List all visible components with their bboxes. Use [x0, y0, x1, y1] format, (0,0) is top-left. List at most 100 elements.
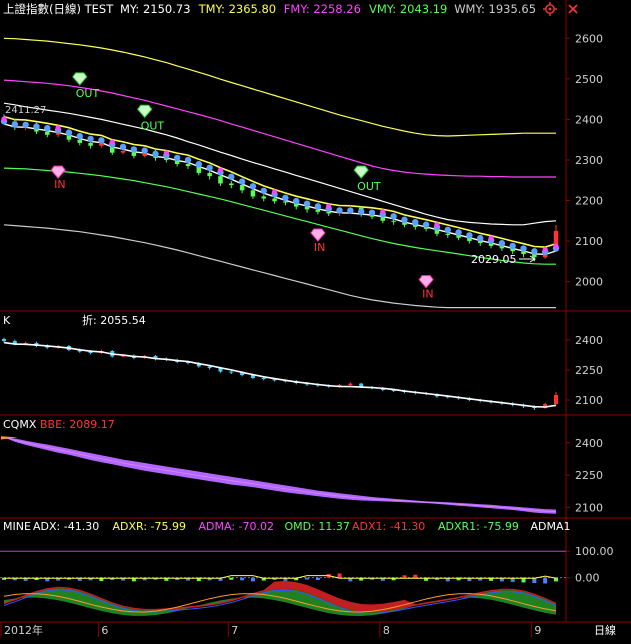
trend-dot	[303, 200, 311, 207]
main-y-tick-label: 2400	[575, 113, 603, 126]
trend-dot	[401, 216, 408, 223]
candle-body	[239, 185, 245, 191]
mine-indicator-readout: ADX1: -41.30	[352, 520, 425, 533]
mine-indicator-readout: ADX: -41.30	[33, 520, 99, 533]
candle-body	[380, 216, 386, 221]
signal-in: IN	[418, 275, 434, 301]
mine-histogram-bar	[337, 573, 342, 578]
trend-dot	[347, 207, 354, 214]
trend-marker	[109, 139, 115, 145]
k-fold-readout: 折: 2055.54	[82, 313, 146, 327]
main-y-tick-label: 2600	[575, 32, 603, 45]
trend-dot	[76, 132, 83, 140]
signal-in: IN	[50, 165, 66, 191]
metric-readout: FMY: 2258.26	[284, 2, 361, 16]
trend-dot	[520, 245, 527, 252]
trend-dot	[228, 173, 235, 180]
candle-body	[272, 198, 277, 202]
trend-marker	[217, 167, 224, 173]
metric-readout: WMY: 1935.65	[454, 2, 536, 16]
start-price-label: 2411.27	[5, 105, 46, 116]
mine-indicator-readout: ADXR: -75.99	[113, 520, 187, 533]
k-candle-body	[229, 371, 234, 373]
mine-histogram-bar	[229, 577, 234, 580]
trend-dot	[422, 221, 430, 228]
cq-y-tick-label: 2100	[575, 501, 603, 514]
trend-marker	[553, 243, 559, 249]
candle-body	[250, 190, 256, 197]
trend-dot	[455, 229, 462, 236]
mine-panel-label: MINE	[3, 520, 31, 533]
trend-dot	[314, 203, 322, 210]
main-y-tick-label: 2200	[575, 195, 603, 208]
cqmx-panel-label: CQMX	[3, 418, 37, 431]
candle-body	[283, 201, 288, 203]
candle-body	[185, 164, 191, 167]
trend-dot	[173, 154, 181, 162]
mine-histogram-bar	[250, 577, 255, 582]
mine-indicator-readouts: ADX: -41.30 ADXR: -75.99 ADMA: -70.02 OMD: …	[33, 520, 571, 533]
trend-dot	[357, 208, 365, 215]
k-candle-body	[348, 383, 353, 385]
chart-window: 2600 2500 2400 2300 2200 2100 2000 OUT OUT IN OUT I…	[0, 0, 631, 640]
time-tick-label: 9	[534, 624, 541, 637]
main-y-tick-label: 2300	[575, 154, 603, 167]
chart-title: 上證指數(日線) TEST	[3, 2, 114, 16]
trend-dot	[141, 147, 148, 154]
trend-dot	[22, 121, 29, 128]
metric-readouts: MY: 2150.73 TMY: 2365.80 FMY: 2258.26 VMY: …	[120, 2, 536, 16]
signal-in: IN	[310, 228, 326, 254]
mine-indicator-readout: ADXR1: -75.99	[438, 520, 519, 533]
period-label[interactable]: 日線	[594, 623, 616, 637]
mine-histogram-bar	[240, 577, 245, 581]
trend-dot	[33, 123, 40, 130]
stock-chart[interactable]: 2600 2500 2400 2300 2200 2100 2000 OUT OUT IN OUT I…	[0, 0, 631, 640]
mine-y-tick-label: 0.00	[575, 572, 600, 585]
mine-histogram-bar	[315, 577, 320, 581]
signal-label: IN	[54, 178, 65, 191]
trend-dot	[368, 209, 376, 216]
trend-dot	[206, 164, 213, 172]
candle-body	[477, 241, 483, 244]
mine-indicator-readout: ADMA: -70.02	[199, 520, 274, 533]
trend-dot	[98, 137, 105, 144]
k-panel-label: K	[3, 314, 11, 327]
main-y-tick-label: 2500	[575, 73, 603, 86]
candle-body	[304, 206, 310, 210]
candle-body	[88, 142, 93, 146]
candle-body	[77, 139, 83, 143]
trend-dot	[477, 234, 484, 242]
main-y-tick-label: 2000	[575, 276, 603, 289]
trend-dot	[238, 178, 246, 185]
mine-indicator-readout: ADMA1	[531, 520, 571, 533]
trend-dot	[184, 156, 192, 164]
metric-readout: VMY: 2043.19	[369, 2, 447, 16]
trend-dot	[152, 150, 159, 158]
mine-histogram-bar	[305, 577, 310, 580]
candle-body	[445, 233, 451, 235]
candle-body	[261, 196, 267, 199]
trend-dot	[509, 242, 516, 250]
trend-dot	[119, 143, 127, 151]
trend-dot	[249, 183, 257, 190]
trend-marker	[380, 209, 386, 215]
k-candle-body	[554, 395, 558, 404]
trend-dot	[531, 248, 538, 255]
trend-marker	[55, 125, 61, 131]
trend-dot	[390, 213, 397, 220]
k-y-tick-label: 2250	[575, 364, 603, 377]
k-candle-body	[207, 366, 212, 368]
time-tick-label: 2012年	[4, 623, 43, 637]
mine-indicator-readout: OMD: 11.37	[285, 520, 350, 533]
metric-readout: MY: 2150.73	[120, 2, 191, 16]
cqmx-bbe-readout: BBE: 2089.17	[40, 418, 115, 431]
candle-body	[120, 151, 126, 153]
trend-dot	[44, 124, 51, 132]
candle-body	[218, 176, 223, 184]
candle-body	[315, 209, 321, 212]
trend-dot	[412, 218, 419, 226]
arrow-price-label: 2029.05	[471, 253, 517, 266]
trend-dot	[466, 232, 473, 239]
trend-marker	[271, 189, 278, 195]
candle-body	[229, 183, 234, 186]
